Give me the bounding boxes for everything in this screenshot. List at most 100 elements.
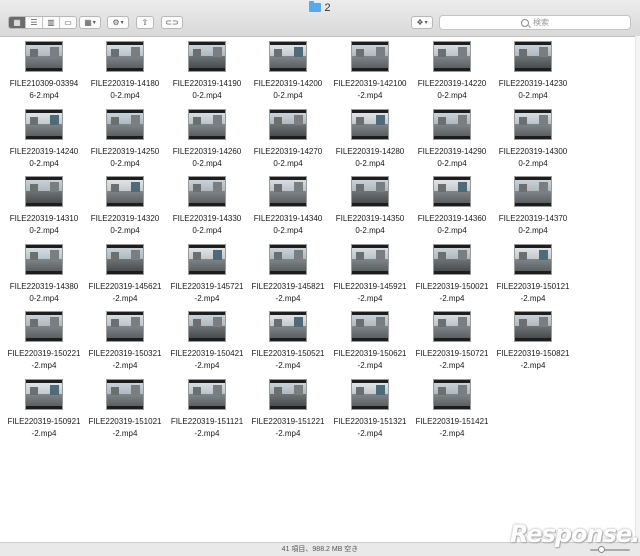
- file-item[interactable]: FILE220319-14190 0-2.mp4: [166, 36, 248, 102]
- file-item[interactable]: FILE220319-14340 0-2.mp4: [247, 171, 329, 237]
- video-thumbnail[interactable]: [26, 380, 62, 409]
- video-thumbnail[interactable]: [189, 177, 225, 206]
- video-thumbnail[interactable]: [107, 380, 143, 409]
- file-item[interactable]: FILE220319-151221 -2.mp4: [247, 374, 329, 440]
- file-item[interactable]: FILE220319-14320 0-2.mp4: [84, 171, 166, 237]
- file-item[interactable]: FILE220319-14180 0-2.mp4: [84, 36, 166, 102]
- file-item[interactable]: FILE220319-14230 0-2.mp4: [492, 36, 574, 102]
- video-thumbnail[interactable]: [352, 245, 388, 274]
- file-item[interactable]: FILE220319-151021 -2.mp4: [84, 374, 166, 440]
- video-thumbnail[interactable]: [270, 245, 306, 274]
- file-item[interactable]: FILE220319-14360 0-2.mp4: [411, 171, 493, 237]
- file-item[interactable]: FILE220319-150421 -2.mp4: [166, 306, 248, 372]
- file-name: FILE220319-14190 0-2.mp4: [166, 78, 248, 102]
- action-button[interactable]: ⚙ ▾: [107, 16, 129, 29]
- tags-button[interactable]: ⊂⊃: [161, 16, 183, 29]
- video-thumbnail[interactable]: [352, 380, 388, 409]
- share-button[interactable]: ⇧: [136, 16, 154, 29]
- file-item[interactable]: FILE220319-142100 -2.mp4: [329, 36, 411, 102]
- file-item[interactable]: FILE220319-14200 0-2.mp4: [247, 36, 329, 102]
- arrange-button[interactable]: ▦ ▾: [79, 16, 101, 29]
- file-item[interactable]: FILE220319-14280 0-2.mp4: [329, 104, 411, 170]
- video-thumbnail[interactable]: [26, 245, 62, 274]
- video-thumbnail[interactable]: [434, 245, 470, 274]
- video-thumbnail[interactable]: [270, 177, 306, 206]
- video-thumbnail[interactable]: [26, 110, 62, 139]
- file-item[interactable]: FILE220319-150021 -2.mp4: [411, 239, 493, 305]
- video-thumbnail[interactable]: [434, 177, 470, 206]
- file-item[interactable]: FILE220319-150321 -2.mp4: [84, 306, 166, 372]
- video-thumbnail[interactable]: [26, 42, 62, 71]
- icon-size-slider[interactable]: [590, 546, 630, 553]
- video-thumbnail[interactable]: [515, 42, 551, 71]
- video-thumbnail[interactable]: [434, 110, 470, 139]
- video-thumbnail[interactable]: [189, 245, 225, 274]
- file-item[interactable]: FILE210309-03394 6-2.mp4: [3, 36, 85, 102]
- video-thumbnail[interactable]: [515, 245, 551, 274]
- video-thumbnail[interactable]: [515, 177, 551, 206]
- file-item[interactable]: FILE220319-151121 -2.mp4: [166, 374, 248, 440]
- cover-flow-button[interactable]: ▭: [60, 17, 76, 28]
- file-name-line1: FILE220319-14330: [172, 214, 242, 223]
- icon-view-button[interactable]: ▦: [9, 17, 26, 28]
- video-thumbnail[interactable]: [270, 42, 306, 71]
- file-item[interactable]: FILE220319-150921 -2.mp4: [3, 374, 85, 440]
- video-thumbnail[interactable]: [352, 110, 388, 139]
- file-item[interactable]: FILE220319-14290 0-2.mp4: [411, 104, 493, 170]
- file-item[interactable]: FILE220319-14330 0-2.mp4: [166, 171, 248, 237]
- file-item[interactable]: FILE220319-151321 -2.mp4: [329, 374, 411, 440]
- video-thumbnail[interactable]: [270, 312, 306, 341]
- video-thumbnail[interactable]: [189, 110, 225, 139]
- file-item[interactable]: FILE220319-150721 -2.mp4: [411, 306, 493, 372]
- file-item[interactable]: FILE220319-14240 0-2.mp4: [3, 104, 85, 170]
- video-thumbnail[interactable]: [26, 177, 62, 206]
- video-thumbnail[interactable]: [434, 380, 470, 409]
- window-title-text: 2: [324, 2, 331, 14]
- file-item[interactable]: FILE220319-145921 -2.mp4: [329, 239, 411, 305]
- video-thumbnail[interactable]: [352, 312, 388, 341]
- file-item[interactable]: FILE220319-145721 -2.mp4: [166, 239, 248, 305]
- file-item[interactable]: FILE220319-150621 -2.mp4: [329, 306, 411, 372]
- video-thumbnail[interactable]: [189, 380, 225, 409]
- file-item[interactable]: FILE220319-14370 0-2.mp4: [492, 171, 574, 237]
- file-item[interactable]: FILE220319-14220 0-2.mp4: [411, 36, 493, 102]
- video-thumbnail[interactable]: [189, 312, 225, 341]
- search-field[interactable]: 検索: [439, 15, 631, 30]
- video-thumbnail[interactable]: [434, 42, 470, 71]
- file-item[interactable]: FILE220319-14260 0-2.mp4: [166, 104, 248, 170]
- file-item[interactable]: FILE220319-145821 -2.mp4: [247, 239, 329, 305]
- list-view-button[interactable]: ☰: [26, 17, 43, 28]
- video-thumbnail[interactable]: [270, 380, 306, 409]
- file-name: FILE220319-14280 0-2.mp4: [329, 146, 411, 170]
- file-item[interactable]: FILE220319-14300 0-2.mp4: [492, 104, 574, 170]
- video-thumbnail[interactable]: [352, 42, 388, 71]
- file-item[interactable]: FILE220319-14270 0-2.mp4: [247, 104, 329, 170]
- file-item[interactable]: FILE220319-150121 -2.mp4: [492, 239, 574, 305]
- file-item[interactable]: FILE220319-14250 0-2.mp4: [84, 104, 166, 170]
- file-name-line2: 0-2.mp4: [192, 159, 222, 168]
- video-thumbnail[interactable]: [107, 312, 143, 341]
- file-item[interactable]: FILE220319-14310 0-2.mp4: [3, 171, 85, 237]
- file-item[interactable]: FILE220319-145621 -2.mp4: [84, 239, 166, 305]
- video-thumbnail[interactable]: [107, 177, 143, 206]
- video-thumbnail[interactable]: [189, 42, 225, 71]
- file-item[interactable]: FILE220319-150521 -2.mp4: [247, 306, 329, 372]
- file-item[interactable]: FILE220319-14350 0-2.mp4: [329, 171, 411, 237]
- video-thumbnail[interactable]: [515, 312, 551, 341]
- file-item[interactable]: FILE220319-150221 -2.mp4: [3, 306, 85, 372]
- dropbox-button[interactable]: ❖ ▾: [411, 16, 433, 29]
- column-view-button[interactable]: ▥: [43, 17, 60, 28]
- video-thumbnail[interactable]: [26, 312, 62, 341]
- video-thumbnail[interactable]: [270, 110, 306, 139]
- video-thumbnail[interactable]: [107, 110, 143, 139]
- video-thumbnail[interactable]: [352, 177, 388, 206]
- video-thumbnail[interactable]: [107, 42, 143, 71]
- file-item[interactable]: FILE220319-151421 -2.mp4: [411, 374, 493, 440]
- file-item[interactable]: FILE220319-14380 0-2.mp4: [3, 239, 85, 305]
- video-thumbnail[interactable]: [107, 245, 143, 274]
- vertical-scrollbar[interactable]: [635, 36, 640, 542]
- file-item[interactable]: FILE220319-150821 -2.mp4: [492, 306, 574, 372]
- video-thumbnail[interactable]: [434, 312, 470, 341]
- video-thumbnail[interactable]: [515, 110, 551, 139]
- file-name-line2: 0-2.mp4: [355, 226, 385, 235]
